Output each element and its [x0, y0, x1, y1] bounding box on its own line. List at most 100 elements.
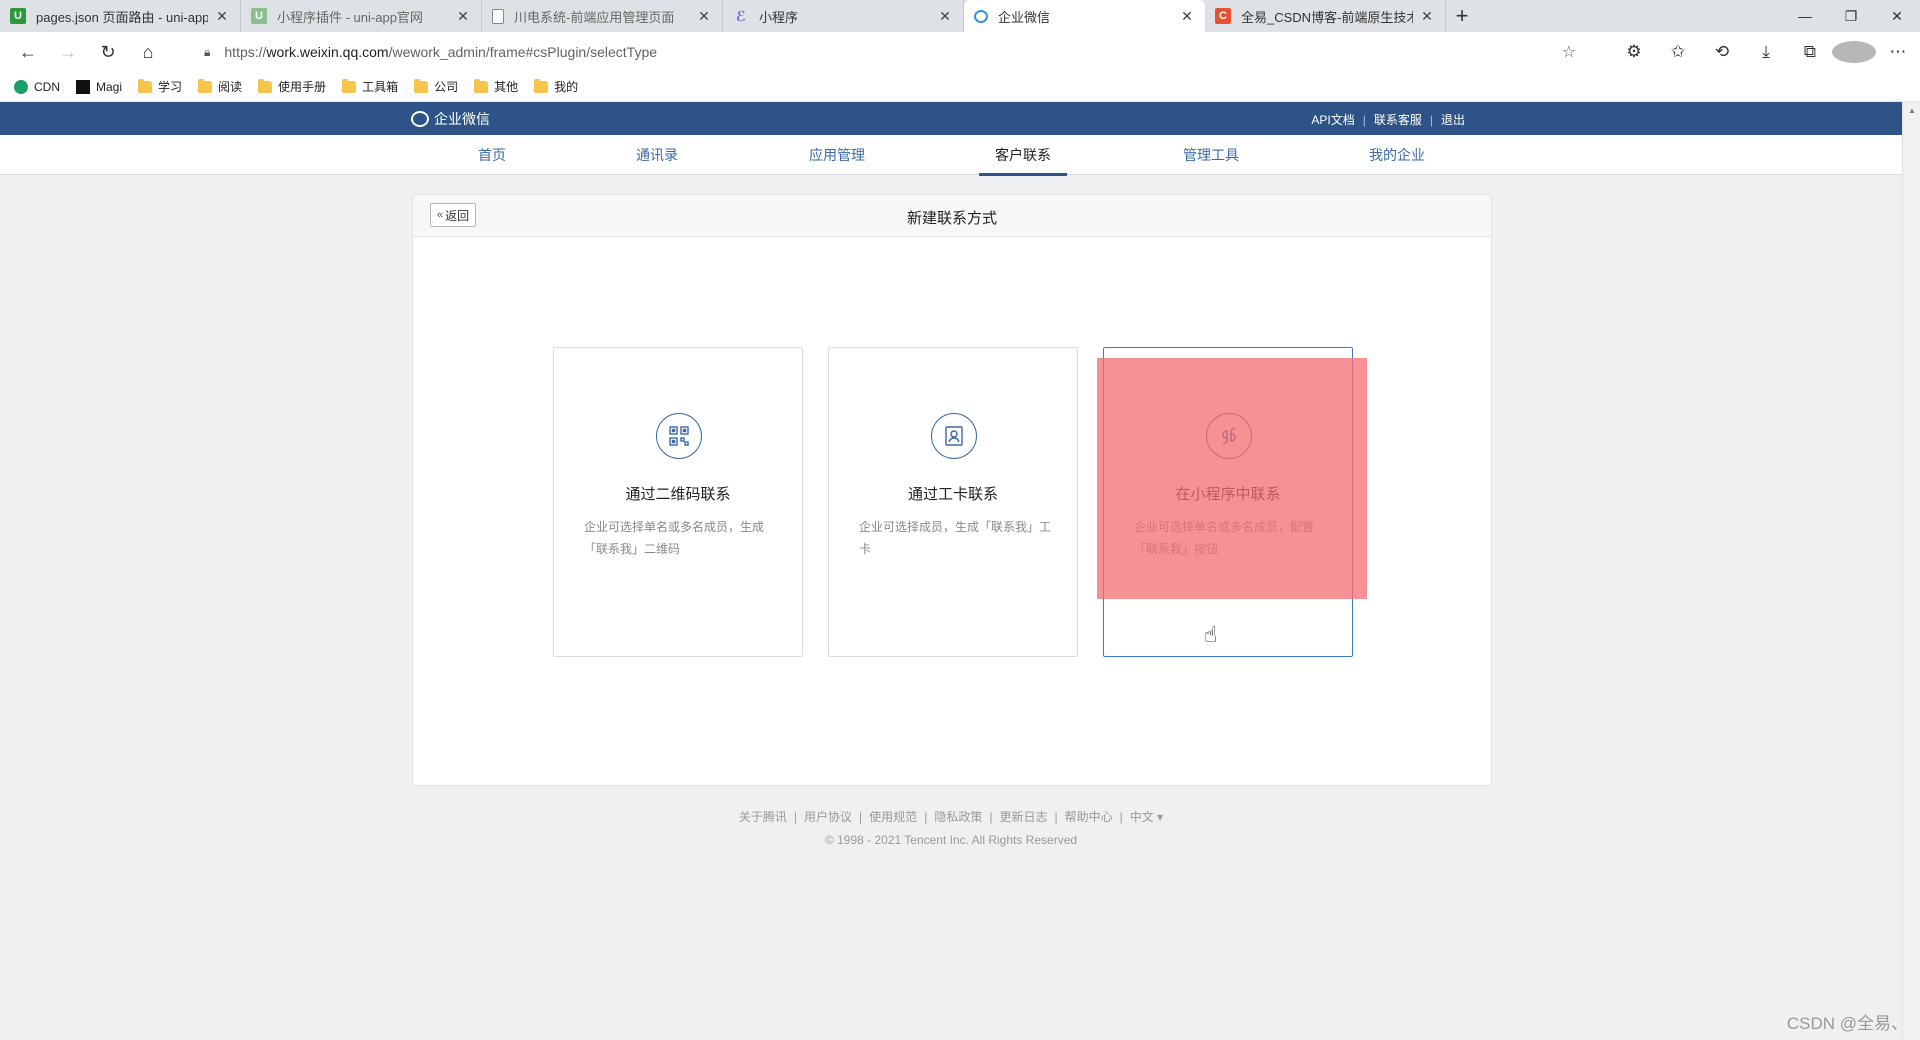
- nav-contacts[interactable]: 通讯录: [636, 135, 678, 175]
- card-qrcode-contact[interactable]: 通过二维码联系 企业可选择单名或多名成员，生成「联系我」二维码: [553, 347, 803, 657]
- tab-strip: U pages.json 页面路由 - uni-app官 ✕ U 小程序插件 -…: [0, 0, 1920, 32]
- browser-tab[interactable]: U pages.json 页面路由 - uni-app官 ✕: [0, 0, 241, 32]
- close-tab-icon[interactable]: ✕: [455, 8, 471, 25]
- bookmark-folder[interactable]: 学习: [138, 78, 182, 95]
- collections-icon[interactable]: ⧉: [1788, 42, 1832, 62]
- main-nav: 首页 通讯录 应用管理 客户联系 管理工具 我的企业: [0, 135, 1902, 176]
- nav-customer-contact[interactable]: 客户联系: [979, 135, 1067, 176]
- browser-tab[interactable]: U 小程序插件 - uni-app官网 ✕: [241, 0, 482, 32]
- close-tab-icon[interactable]: ✕: [1419, 8, 1435, 25]
- page-footer: 关于腾讯 | 用户协议 | 使用规范 | 隐私政策 | 更新日志 | 帮助中心 | 中文 ▾…: [0, 808, 1902, 848]
- browser-actions: ⚙ ✩ ⟲ ⤓ ⧉ ⋯: [1612, 32, 1920, 72]
- badge-card-icon: [931, 413, 977, 459]
- card-description: 企业可选择单名或多名成员，配置「联系我」按钮: [1134, 520, 1315, 556]
- bookmark-folder[interactable]: 阅读: [198, 78, 242, 95]
- bookmark-cdn[interactable]: CDN: [14, 79, 60, 94]
- qrcode-icon: [656, 413, 702, 459]
- footer-links: 关于腾讯 | 用户协议 | 使用规范 | 隐私政策 | 更新日志 | 帮助中心 | 中文 ▾: [738, 808, 1164, 825]
- page-title: 新建联系方式: [906, 210, 997, 227]
- folder-icon: [138, 78, 153, 93]
- bookmark-folder[interactable]: 我的: [534, 78, 578, 95]
- bookmark-folder[interactable]: 工具箱: [342, 78, 398, 95]
- tab-title: 企业微信: [998, 9, 1051, 25]
- more-menu-icon[interactable]: ⋯: [1876, 42, 1920, 62]
- forward-arrow-icon[interactable]: →: [48, 34, 88, 70]
- close-tab-icon[interactable]: ✕: [696, 8, 712, 25]
- card-title: 通过二维码联系: [625, 486, 731, 503]
- logout-link[interactable]: 退出: [1441, 111, 1465, 128]
- csdn-favicon-icon: C: [1215, 8, 1231, 24]
- copyright-text: © 1998 - 2021 Tencent Inc. All Rights Re…: [824, 833, 1078, 847]
- history-icon[interactable]: ⟲: [1700, 42, 1744, 62]
- home-icon[interactable]: ⌂: [128, 34, 168, 70]
- browser-tab-active[interactable]: 企业微信 ✕: [964, 0, 1205, 32]
- bookmark-magi[interactable]: Magi: [76, 79, 122, 94]
- card-description: 企业可选择单名或多名成员，生成「联系我」二维码: [584, 520, 765, 556]
- nav-management-tools[interactable]: 管理工具: [1183, 135, 1239, 175]
- profile-avatar[interactable]: [1832, 41, 1876, 63]
- footer-link-usage-rules[interactable]: 使用规范: [869, 808, 917, 825]
- bookmarks-bar: CDN Magi 学习 阅读 使用手册 工具箱 公司 其他 我的: [0, 72, 1920, 102]
- wecom-logo[interactable]: 企业微信: [411, 109, 490, 129]
- contact-support-link[interactable]: 联系客服: [1374, 111, 1422, 128]
- browser-tab[interactable]: ℰ 小程序 ✕: [723, 0, 964, 32]
- restore-icon[interactable]: ❐: [1828, 0, 1874, 32]
- document-favicon-icon: [492, 8, 504, 24]
- card-title: 在小程序中联系: [1175, 486, 1281, 503]
- tab-title: 川电系统-前端应用管理页面: [514, 9, 675, 25]
- close-tab-icon[interactable]: ✕: [1179, 8, 1195, 25]
- api-docs-link[interactable]: API文档: [1311, 111, 1354, 128]
- lock-icon[interactable]: 🔒︎: [204, 45, 210, 60]
- cdn-icon: [14, 79, 28, 94]
- address-bar[interactable]: 🔒︎ https://work.weixin.qq.com/wework_adm…: [190, 36, 1590, 68]
- window-close-icon[interactable]: ✕: [1874, 0, 1920, 32]
- bookmark-folder[interactable]: 使用手册: [258, 78, 326, 95]
- card-mini-program-contact[interactable]: 在小程序中联系 企业可选择单名或多名成员，配置「联系我」按钮: [1103, 347, 1353, 657]
- tab-title: 全易_CSDN博客-前端原生技术:: [1241, 9, 1413, 25]
- nav-my-enterprise[interactable]: 我的企业: [1369, 135, 1425, 175]
- mini-program-icon: [1206, 413, 1252, 459]
- footer-link-about[interactable]: 关于腾讯: [739, 808, 787, 825]
- hand-pointer-cursor-icon: ☝: [1204, 622, 1218, 647]
- new-contact-panel: « 返回 新建联系方式 通过二维码联系 企业可选择单名或多名成员，生成「联系我」…: [412, 194, 1492, 786]
- folder-icon: [258, 78, 273, 93]
- back-arrow-icon[interactable]: ←: [8, 34, 48, 70]
- nav-app-management[interactable]: 应用管理: [809, 135, 865, 175]
- header-links: API文档 | 联系客服 | 退出: [1311, 111, 1465, 128]
- footer-link-changelog[interactable]: 更新日志: [999, 808, 1047, 825]
- folder-icon: [414, 78, 429, 93]
- reload-icon[interactable]: ↻: [88, 34, 128, 70]
- folder-icon: [534, 78, 549, 93]
- extensions-icon[interactable]: ⚙: [1612, 42, 1656, 62]
- page-scrollbar[interactable]: ▲: [1902, 102, 1920, 1040]
- folder-icon: [198, 78, 213, 93]
- bookmark-folder[interactable]: 公司: [414, 78, 458, 95]
- minimize-icon[interactable]: —: [1782, 0, 1828, 32]
- close-tab-icon[interactable]: ✕: [214, 8, 230, 25]
- wecom-favicon-icon: [974, 9, 988, 23]
- footer-link-terms[interactable]: 用户协议: [804, 808, 852, 825]
- footer-link-help[interactable]: 帮助中心: [1065, 808, 1113, 825]
- new-tab-icon[interactable]: +: [1446, 0, 1478, 32]
- watermark-text: CSDN @全易、: [1786, 1014, 1908, 1033]
- language-select[interactable]: 中文 ▾: [1130, 808, 1163, 825]
- browser-toolbar: ← → ↻ ⌂ 🔒︎ https://work.weixin.qq.com/we…: [0, 32, 1920, 72]
- url-text: https://work.weixin.qq.com/wework_admin/…: [224, 44, 658, 60]
- nav-home[interactable]: 首页: [476, 135, 508, 175]
- bookmark-folder[interactable]: 其他: [474, 78, 518, 95]
- favorite-star-icon[interactable]: ☆: [1562, 42, 1576, 62]
- favorites-icon[interactable]: ✩: [1656, 42, 1700, 62]
- magi-icon: [76, 79, 90, 94]
- browser-tab[interactable]: 川电系统-前端应用管理页面 ✕: [482, 0, 723, 32]
- card-badge-contact[interactable]: 通过工卡联系 企业可选择成员，生成「联系我」工卡: [828, 347, 1078, 657]
- close-tab-icon[interactable]: ✕: [937, 8, 953, 25]
- downloads-icon[interactable]: ⤓: [1744, 42, 1788, 62]
- folder-icon: [342, 78, 357, 93]
- browser-tab[interactable]: C 全易_CSDN博客-前端原生技术: ✕: [1205, 0, 1446, 32]
- folder-icon: [474, 78, 489, 93]
- uniapp-favicon-icon: U: [10, 8, 26, 24]
- scroll-up-icon[interactable]: ▲: [1903, 102, 1920, 118]
- window-controls: — ❐ ✕: [1782, 0, 1920, 32]
- tab-title: pages.json 页面路由 - uni-app官: [36, 9, 208, 25]
- footer-link-privacy[interactable]: 隐私政策: [934, 808, 982, 825]
